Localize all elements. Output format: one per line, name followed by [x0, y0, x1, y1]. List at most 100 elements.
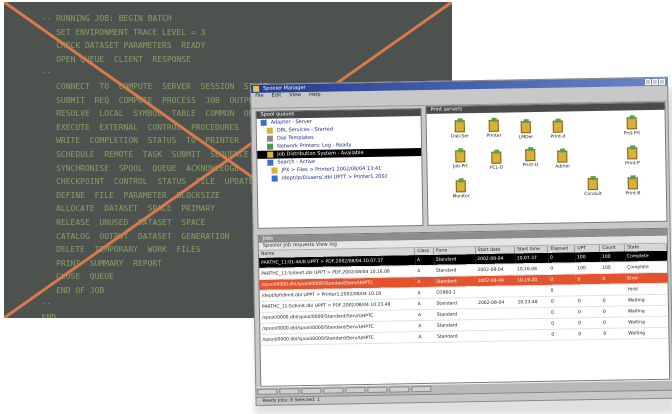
- table-cell: Standard: [433, 264, 476, 277]
- taskbar-button[interactable]: [301, 387, 322, 395]
- table-cell: Complete: [624, 250, 667, 262]
- print-server-item[interactable]: Job-Prt: [445, 150, 475, 177]
- printer-icon: [627, 147, 638, 160]
- print-server-label: Print-P: [625, 161, 640, 167]
- print-server-label: PCL-D: [489, 165, 504, 171]
- print-server-icons-pane[interactable]: Print servers Dial-Ser Printer LMDer Print-…: [425, 101, 668, 226]
- print-server-item[interactable]: Prst-Prt: [617, 117, 647, 144]
- table-cell: A: [414, 254, 434, 266]
- table-cell: Standard: [434, 319, 477, 332]
- table-cell: 0: [548, 273, 576, 286]
- table-cell: A: [415, 276, 435, 288]
- print-server-item[interactable]: Dial-Ser: [445, 120, 475, 147]
- taskbar-button[interactable]: [411, 385, 432, 393]
- close-button[interactable]: [658, 78, 666, 85]
- table-cell: D3960-1: [434, 286, 476, 299]
- table-cell: A: [415, 265, 435, 277]
- table-cell: 2002-08-04: [475, 274, 516, 287]
- table-cell: [515, 318, 550, 330]
- tree-item-label: DBL Services - Started: [276, 126, 334, 134]
- print-server-label: Job-Prt: [453, 164, 468, 170]
- table-cell: 0: [548, 306, 577, 319]
- taskbar-button[interactable]: [367, 386, 388, 393]
- table-cell: A: [415, 298, 435, 310]
- job-table[interactable]: Name Class Form Start date Start time Elapsed…: [258, 243, 669, 346]
- print-server-label: Print-D: [522, 162, 539, 169]
- taskbar-button[interactable]: [389, 386, 410, 393]
- print-server-item[interactable]: Printer: [479, 119, 509, 146]
- table-cell: A: [415, 309, 435, 321]
- table-cell: A: [416, 331, 436, 343]
- minimize-button[interactable]: [644, 79, 652, 86]
- print-server-item[interactable]: Conduit: [578, 177, 608, 205]
- table-cell: 100: [600, 261, 626, 274]
- tree-item-label: /dept/lp/0/users/.dbl UPTT > Printer1 20…: [281, 173, 388, 182]
- table-cell: 10.19.20: [515, 274, 549, 286]
- table-cell: Standard: [434, 297, 477, 310]
- table-cell: 10.07.37: [514, 252, 549, 264]
- print-server-item[interactable]: LMDer: [511, 121, 541, 148]
- print-server-item[interactable]: Print-d: [543, 120, 573, 147]
- table-cell: 0: [548, 295, 576, 308]
- table-cell: 100: [574, 251, 601, 263]
- print-server-item[interactable]: Print-D: [515, 149, 545, 176]
- icons-pane-header: Print servers: [426, 102, 665, 114]
- menu-item-edit[interactable]: Edit: [272, 92, 282, 98]
- taskbar-button[interactable]: [345, 387, 366, 394]
- queue-icon: [260, 119, 267, 126]
- table-cell: 10.16.08: [514, 263, 549, 275]
- maximize-button[interactable]: [651, 78, 659, 85]
- table-cell: 0: [600, 294, 626, 307]
- table-cell: 0: [548, 262, 576, 275]
- table-cell: 0: [601, 327, 627, 340]
- print-server-item[interactable]: PCL-D: [481, 151, 511, 178]
- tree-item-label: Dial Templates: [276, 134, 314, 142]
- table-cell: Standard: [433, 254, 476, 266]
- print-server-item[interactable]: Print-B: [618, 177, 648, 204]
- table-cell: [600, 283, 626, 296]
- table-cell: 0: [575, 273, 601, 285]
- queue-icon: [271, 175, 278, 182]
- printer-icon: [455, 180, 466, 193]
- taskbar-button[interactable]: [279, 388, 300, 395]
- table-cell: Waiting: [625, 305, 668, 317]
- job-grid-pane[interactable]: Jobs Spooler Job requests View log Name C…: [257, 227, 671, 387]
- table-cell: Waiting: [625, 294, 668, 306]
- menu-item-view[interactable]: View: [289, 92, 301, 98]
- tree-item[interactable]: /dept/lp/0/users/.dbl UPTT > Printer1 20…: [258, 172, 422, 183]
- print-server-item[interactable]: Admin: [547, 150, 577, 177]
- print-server-label: LMDer: [518, 135, 534, 141]
- table-cell: [476, 318, 517, 331]
- queue-icon: [271, 167, 278, 174]
- printer-icon: [557, 150, 568, 163]
- tree-item-label: Search - Active: [277, 158, 316, 166]
- taskbar-button[interactable]: [323, 387, 344, 394]
- table-cell: Standard: [434, 275, 476, 288]
- table-cell: Error: [625, 272, 668, 284]
- app-window[interactable]: Spooler Manager File Edit View Help Spool q…: [250, 76, 672, 406]
- queue-icon: [267, 151, 274, 158]
- table-cell: 2002-08-04: [475, 253, 515, 265]
- print-server-label: Dial-Ser: [450, 134, 469, 140]
- table-cell: 2002-08-04: [475, 263, 516, 276]
- table-cell: Waiting: [625, 316, 668, 328]
- print-server-label: Prst-Prt: [623, 131, 641, 137]
- window-controls[interactable]: [644, 78, 666, 88]
- print-server-item[interactable]: Monitor: [446, 180, 476, 207]
- window-title: Spooler Manager: [263, 85, 306, 92]
- print-server-item[interactable]: Print-P: [617, 147, 647, 174]
- printer-icon: [627, 177, 638, 190]
- table-cell: 0: [575, 295, 601, 307]
- queue-tree[interactable]: Adapter - Server DBL Services - Started Di…: [257, 116, 422, 183]
- print-server-label: Admin: [555, 164, 570, 170]
- queue-tree-pane[interactable]: Spool queues Adapter - Server DBL Service…: [255, 108, 424, 229]
- menu-item-help[interactable]: Help: [309, 92, 321, 98]
- menu-item-file[interactable]: File: [255, 93, 263, 99]
- printer-icon: [491, 151, 502, 164]
- table-cell: Standard: [434, 330, 477, 343]
- queue-icon: [266, 127, 273, 134]
- taskbar-button[interactable]: [257, 388, 278, 395]
- table-body[interactable]: PARTHC_11:01:4A/B UPPT > PDF,2002/08/04 …: [259, 250, 669, 346]
- printer-icon: [454, 120, 465, 133]
- table-cell: [476, 307, 516, 320]
